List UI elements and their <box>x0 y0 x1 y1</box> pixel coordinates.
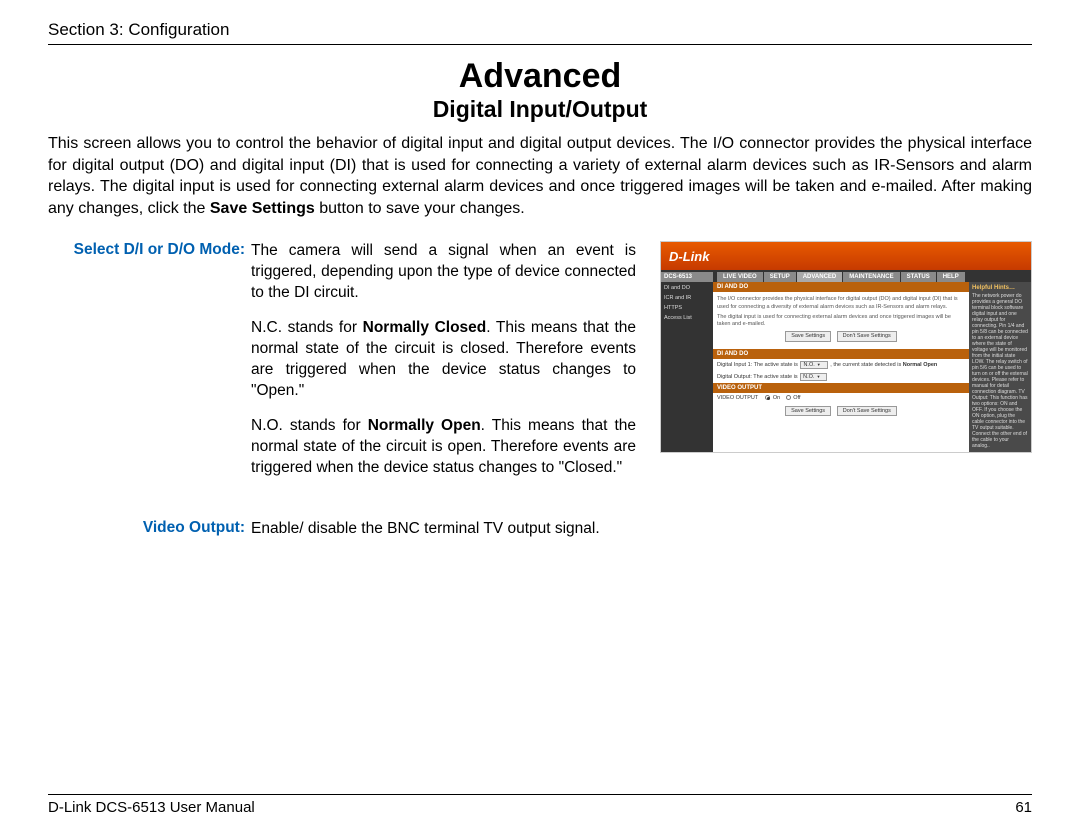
shot-di-b: , the current state detected is <box>830 362 901 368</box>
video-output-text: Enable/ disable the BNC terminal TV outp… <box>251 519 636 540</box>
page-title-main: Advanced <box>48 57 1032 96</box>
shot-di-row: Digital Input 1: The active state is N.O… <box>713 359 969 371</box>
intro-text-1: This screen allows you to control the be… <box>48 135 1032 217</box>
shot-vo-on: On <box>773 395 780 401</box>
shot-nav-item[interactable]: DI and DO <box>661 283 713 293</box>
shot-nav-item[interactable]: Access List <box>661 313 713 323</box>
shot-save-button[interactable]: Save Settings <box>785 331 831 342</box>
shot-vo-row: VIDEO OUTPUT On Off <box>713 393 969 403</box>
mode-paragraph-1: The camera will send a signal when an ev… <box>251 241 636 304</box>
shot-tab-help[interactable]: HELP <box>937 272 965 282</box>
shot-radio-off[interactable] <box>786 395 791 400</box>
mode-p3-b: Normally Open <box>368 417 481 434</box>
mode-paragraph-2: N.C. stands for Normally Closed. This me… <box>251 318 636 402</box>
embedded-screenshot: D-Link DCS-6513 DI and DO ICR and IR HTT… <box>660 241 1032 453</box>
intro-bold: Save Settings <box>210 200 315 217</box>
page-footer: D-Link DCS-6513 User Manual 61 <box>48 794 1032 816</box>
mode-paragraph-3: N.O. stands for Normally Open. This mean… <box>251 416 636 479</box>
shot-tab-live[interactable]: LIVE VIDEO <box>717 272 763 282</box>
shot-nav-item[interactable]: ICR and IR <box>661 293 713 303</box>
shot-tab-status[interactable]: STATUS <box>901 272 936 282</box>
shot-radio-on[interactable] <box>765 395 770 400</box>
shot-hints-text: The network power do provides a general … <box>972 293 1028 449</box>
shot-tab-maintenance[interactable]: MAINTENANCE <box>843 272 899 282</box>
label-select-mode: Select D/I or D/O Mode: <box>48 241 251 478</box>
shot-tab-setup[interactable]: SETUP <box>764 272 796 282</box>
shot-device-id: DCS-6513 <box>661 272 713 282</box>
page-title-sub: Digital Input/Output <box>48 96 1032 123</box>
shot-vo-off: Off <box>793 395 800 401</box>
shot-do-select[interactable]: N.O. <box>800 373 827 381</box>
shot-tab-bar: LIVE VIDEO SETUP ADVANCED MAINTENANCE ST… <box>713 270 1031 282</box>
shot-do-row: Digital Output: The active state is N.O. <box>713 371 969 383</box>
shot-panel2-header: DI AND DO <box>713 349 969 359</box>
shot-dont-save-button[interactable]: Don't Save Settings <box>837 331 897 342</box>
shot-di-a: Digital Input 1: The active state is <box>717 362 798 368</box>
mode-p2-a: N.C. stands for <box>251 319 363 336</box>
shot-nav-item[interactable]: HTTPS <box>661 303 713 313</box>
shot-sidebar: DCS-6513 DI and DO ICR and IR HTTPS Acce… <box>661 270 713 452</box>
shot-di-bold: Normal Open <box>903 362 938 368</box>
definitions-block: Select D/I or D/O Mode: The camera will … <box>48 241 636 555</box>
shot-panel3-header: VIDEO OUTPUT <box>713 383 969 393</box>
shot-tab-advanced[interactable]: ADVANCED <box>797 272 843 282</box>
shot-hints-header: Helpful Hints… <box>972 285 1028 291</box>
intro-paragraph: This screen allows you to control the be… <box>48 133 1032 219</box>
shot-save-button-2[interactable]: Save Settings <box>785 406 831 416</box>
shot-di-select[interactable]: N.O. <box>800 361 827 369</box>
mode-p3-a: N.O. stands for <box>251 417 368 434</box>
shot-panel1-text1: The I/O connector provides the physical … <box>717 296 965 310</box>
shot-do-a: Digital Output: The active state is <box>717 374 798 380</box>
intro-text-2: button to save your changes. <box>315 200 525 217</box>
shot-panel1-text2: The digital input is used for connecting… <box>717 314 965 328</box>
label-video-output: Video Output: <box>48 519 251 540</box>
footer-page-number: 61 <box>1015 799 1032 816</box>
shot-dont-save-button-2[interactable]: Don't Save Settings <box>837 406 897 416</box>
shot-hints-sidebar: Helpful Hints… The network power do prov… <box>969 282 1031 452</box>
shot-panel1-header: DI AND DO <box>713 282 969 292</box>
mode-p2-b: Normally Closed <box>363 319 487 336</box>
footer-left: D-Link DCS-6513 User Manual <box>48 799 255 816</box>
section-header: Section 3: Configuration <box>48 20 1032 45</box>
shot-brand-header: D-Link <box>661 242 1031 270</box>
shot-vo-label: VIDEO OUTPUT <box>717 395 758 401</box>
